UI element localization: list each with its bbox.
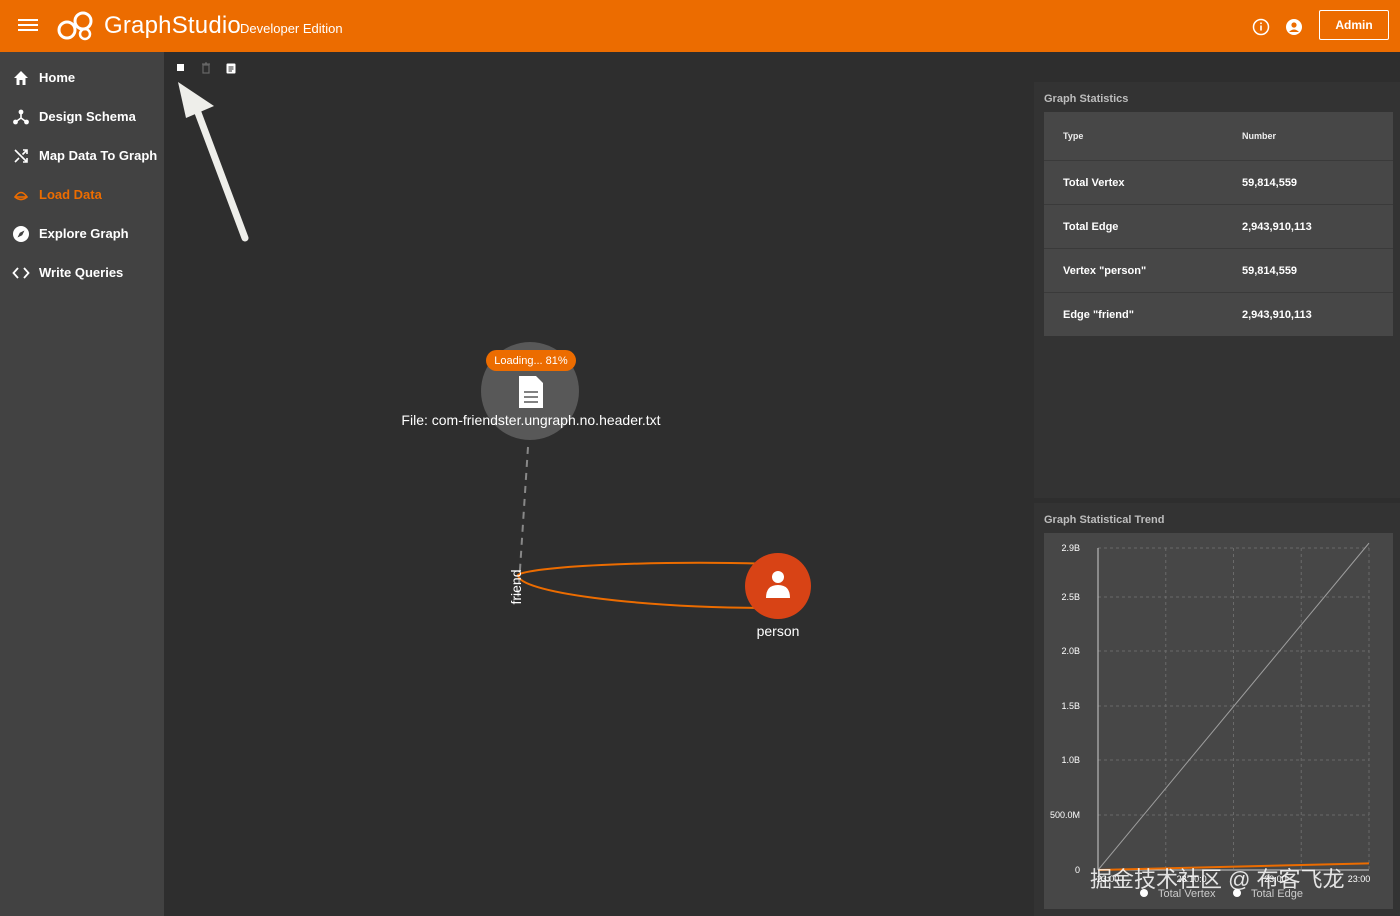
- trend-chart-area: 2.9B 2.5B 2.0B 1.5B 1.0B 500.0M 0 23:00 23:10:0 2…: [1044, 533, 1393, 909]
- y-tick-label: 2.0B: [1061, 646, 1080, 656]
- info-icon[interactable]: [1252, 18, 1270, 36]
- table-cell: Edge "friend": [1044, 292, 1223, 336]
- watermark: 掘金技术社区 @ 布客飞龙: [1090, 867, 1345, 892]
- schema-icon: [13, 109, 29, 124]
- table-row: Total Vertex 59,814,559: [1044, 160, 1393, 205]
- account-icon[interactable]: [1285, 18, 1303, 36]
- vertex-label: person: [756, 623, 800, 639]
- x-tick-label: 23:00: [1348, 874, 1371, 884]
- annotation-arrow: [178, 82, 249, 242]
- brand-title: GraphStudio: [104, 12, 241, 39]
- sidebar-item-design-schema[interactable]: Design Schema: [0, 97, 164, 136]
- sidebar-item-home[interactable]: Home: [0, 58, 164, 97]
- load-icon: [13, 191, 29, 200]
- table-header-row: Type Number: [1044, 112, 1393, 161]
- sidebar-item-label: Write Queries: [39, 265, 124, 280]
- y-tick-label: 1.0B: [1061, 755, 1080, 765]
- sidebar-item-load-data[interactable]: Load Data: [0, 175, 164, 214]
- code-icon: [12, 266, 30, 279]
- friend-edge-loop[interactable]: [516, 561, 779, 609]
- table-cell: Total Vertex: [1044, 160, 1223, 205]
- graphstudio-logo: [57, 11, 93, 41]
- table-cell: 2,943,910,113: [1223, 292, 1393, 336]
- graph-svg: [178, 82, 811, 619]
- sidebar-item-map-data[interactable]: Map Data To Graph: [0, 136, 164, 175]
- shuffle-icon: [14, 148, 28, 163]
- edition-label: Developer Edition: [240, 21, 343, 36]
- menu-icon[interactable]: [18, 16, 38, 36]
- sidebar-item-label: Load Data: [39, 187, 102, 202]
- table-row: Edge "friend" 2,943,910,113: [1044, 292, 1393, 336]
- admin-button[interactable]: Admin: [1319, 10, 1389, 40]
- home-icon: [14, 70, 28, 85]
- y-tick-label: 500.0M: [1050, 810, 1080, 820]
- graph-trend-panel: Graph Statistical Trend 2.9B 2.5B 2.0B 1.5B…: [1034, 503, 1400, 916]
- table-cell: 59,814,559: [1223, 248, 1393, 293]
- sidebar-item-explore-graph[interactable]: Explore Graph: [0, 214, 164, 253]
- table-cell: Vertex "person": [1044, 248, 1223, 293]
- panel-title: Graph Statistical Trend: [1044, 514, 1165, 526]
- table-row: Total Edge 2,943,910,113: [1044, 204, 1393, 249]
- sidebar-item-label: Design Schema: [39, 109, 136, 124]
- sidebar-item-label: Map Data To Graph: [39, 148, 158, 163]
- column-header: Number: [1242, 131, 1277, 141]
- top-bar: GraphStudio Developer Edition Admin: [0, 0, 1400, 52]
- table-cell: 59,814,559: [1223, 160, 1393, 205]
- trend-chart: 2.9B2.5B2.0B1.5B1.0B500.0M023:00 23:10:0 2…: [1050, 542, 1371, 900]
- edge-label: friend: [508, 569, 524, 605]
- table-cell: Total Edge: [1044, 204, 1223, 249]
- panel-title: Graph Statistics: [1044, 93, 1129, 105]
- column-header: Type: [1063, 131, 1084, 141]
- compass-icon: [13, 225, 29, 242]
- loading-badge: Loading... 81%: [486, 350, 576, 371]
- file-node-label: File: com-friendster.ungraph.no.header.t…: [401, 412, 661, 428]
- file-icon: [519, 376, 543, 408]
- sidebar-item-label: Home: [39, 70, 76, 85]
- sidebar-item-label: Explore Graph: [39, 226, 129, 241]
- y-tick-label: 1.5B: [1061, 701, 1080, 711]
- stats-table: Type Number Total Vertex 59,814,559 Tota…: [1044, 112, 1393, 336]
- graph-canvas[interactable]: Loading... 81% File: com-friendster.ungr…: [164, 52, 1032, 916]
- table-row: Vertex "person" 59,814,559: [1044, 248, 1393, 293]
- y-tick-label: 2.5B: [1061, 592, 1080, 602]
- y-tick-label: 0: [1075, 865, 1080, 875]
- graph-statistics-panel: Graph Statistics Type Number Total Verte…: [1034, 82, 1400, 498]
- sidebar: Home Design Schema Map Data To Graph Loa…: [0, 52, 164, 916]
- sidebar-item-write-queries[interactable]: Write Queries: [0, 253, 164, 292]
- table-cell: 2,943,910,113: [1223, 204, 1393, 249]
- y-tick-label: 2.9B: [1061, 543, 1080, 553]
